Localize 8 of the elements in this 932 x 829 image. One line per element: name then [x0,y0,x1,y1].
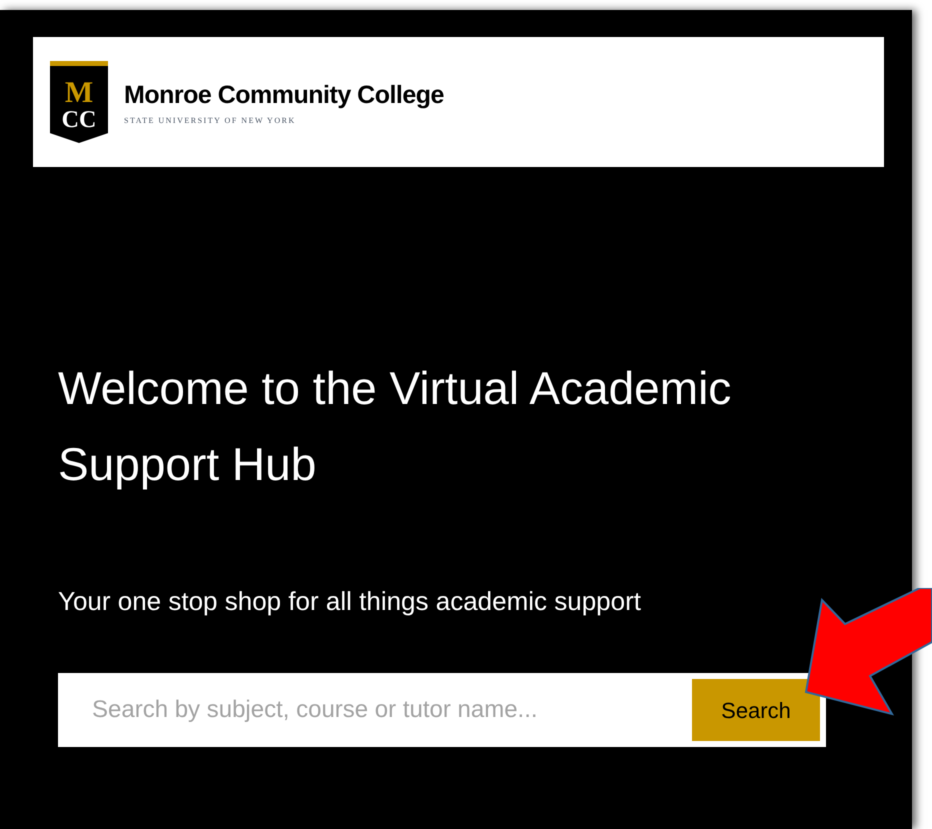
search-button[interactable]: Search [692,679,820,741]
hero-title: Welcome to the Virtual Academic Support Hub [58,361,732,492]
tagline: STATE UNIVERSITY OF NEW YORK [124,114,297,127]
logo-letter: CC [62,108,96,132]
search-field[interactable]: Search by subject, course or tutor name... [58,673,692,747]
college-name: Monroe Community College [124,80,444,112]
hero-subtitle: Your one stop shop for all things academic support [58,585,642,618]
logo-letter: M [64,78,94,108]
